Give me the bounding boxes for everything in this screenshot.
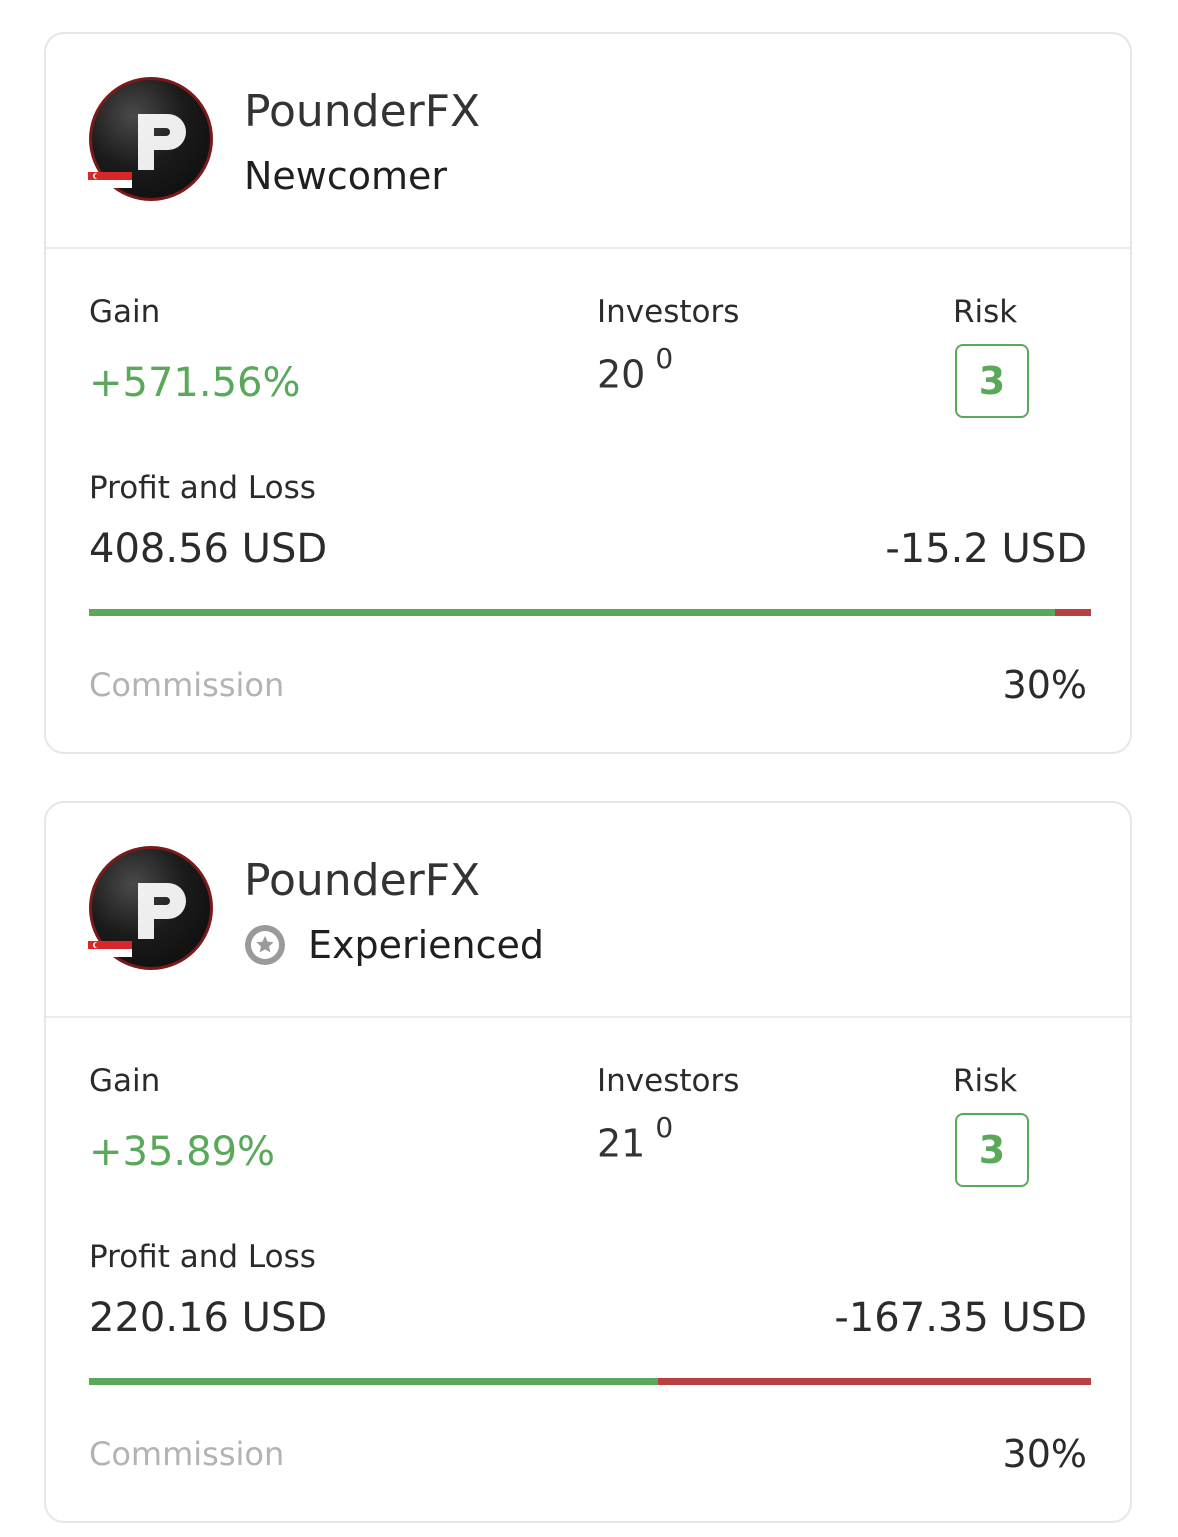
- investors-value: 20 0: [597, 342, 673, 397]
- profit-value: 220.16 USD: [89, 1295, 328, 1341]
- profit-value: 408.56 USD: [89, 526, 328, 572]
- investors-label: Investors: [597, 294, 740, 330]
- investors-count: 20: [597, 352, 646, 397]
- commission-value: 30%: [1002, 663, 1087, 707]
- risk-score-badge: 3: [955, 1113, 1029, 1187]
- trader-name[interactable]: PounderFX: [244, 86, 480, 137]
- card-header: PounderFX Newcomer: [46, 34, 1130, 249]
- risk-score-badge: 3: [955, 344, 1029, 418]
- singapore-flag-icon: [88, 941, 132, 957]
- investors-count: 21: [597, 1121, 646, 1166]
- pnl-bar-profit-fill: [89, 609, 1055, 616]
- gain-value: +35.89%: [89, 1129, 276, 1175]
- investors-delta: 0: [655, 342, 674, 375]
- risk-label: Risk: [953, 294, 1018, 330]
- star-badge-icon: [244, 924, 286, 966]
- singapore-flag-icon: [88, 172, 132, 188]
- level-row: Experienced: [244, 920, 544, 970]
- pnl-label: Profit and Loss: [89, 1239, 316, 1275]
- gain-label: Gain: [89, 294, 161, 330]
- trader-level: Experienced: [308, 923, 545, 967]
- pnl-bar: [89, 609, 1091, 616]
- loss-value: -15.2 USD: [885, 526, 1087, 572]
- commission-label: Commission: [89, 1435, 285, 1473]
- pnl-bar-profit-fill: [89, 1378, 659, 1385]
- strategy-card[interactable]: PounderFX Newcomer Gain Investors Risk +…: [44, 32, 1132, 754]
- card-header: PounderFX Experienced: [46, 803, 1130, 1018]
- trader-level: Newcomer: [244, 154, 448, 198]
- investors-value: 21 0: [597, 1111, 673, 1166]
- commission-value: 30%: [1002, 1432, 1087, 1476]
- investors-label: Investors: [597, 1063, 740, 1099]
- investors-delta: 0: [655, 1111, 674, 1144]
- trader-name[interactable]: PounderFX: [244, 855, 480, 906]
- level-row: Newcomer: [244, 151, 447, 201]
- gain-label: Gain: [89, 1063, 161, 1099]
- loss-value: -167.35 USD: [834, 1295, 1087, 1341]
- pnl-bar: [89, 1378, 1091, 1385]
- commission-label: Commission: [89, 666, 285, 704]
- strategy-card[interactable]: PounderFX Experienced Gain Investors Ris…: [44, 801, 1132, 1523]
- gain-value: +571.56%: [89, 360, 301, 406]
- pnl-label: Profit and Loss: [89, 470, 316, 506]
- risk-label: Risk: [953, 1063, 1018, 1099]
